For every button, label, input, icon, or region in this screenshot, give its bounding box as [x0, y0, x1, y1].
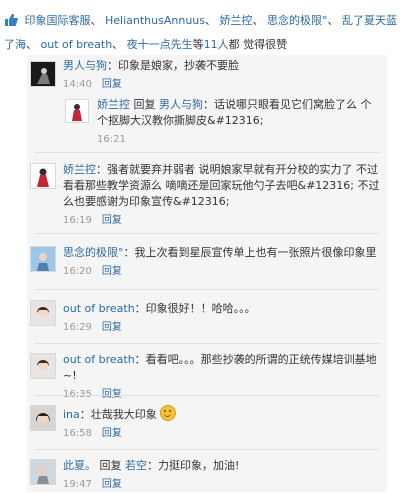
red-dress-avatar[interactable] [30, 163, 56, 189]
comment-text: ：强者就要弃并弱者 说明娘家早就有开分校的实力了 不过看看那些教学资源么 嘀嘀还… [63, 163, 380, 208]
comment-author-link[interactable]: 思念的极限° [63, 246, 124, 259]
comment-time: 19:47 [63, 479, 92, 490]
smile-emoji-icon [159, 405, 176, 421]
girl-portrait-avatar[interactable] [30, 300, 56, 326]
blue-portrait-avatar[interactable] [30, 246, 56, 272]
person-avatar[interactable] [30, 459, 56, 485]
like-user-link[interactable]: out of breath [41, 38, 113, 51]
comment-item: out of breath：看看吧。。。那些抄袭的所谓的正统传媒培训基地~! 1… [27, 347, 387, 400]
reply-button[interactable]: 回复 [102, 79, 122, 90]
reply-target-link[interactable]: 男人与狗 [159, 98, 203, 111]
comment-item: ina：壮哉我大印象 16:58 回复 [27, 399, 387, 449]
like-count-link[interactable]: 11人 [204, 38, 229, 51]
comment-author-link[interactable]: ina [63, 408, 80, 421]
comment-author-link[interactable]: out of breath [63, 353, 135, 366]
comment-time: 16:21 [97, 134, 126, 145]
comment-time: 14:40 [63, 79, 92, 90]
comment-time: 16:20 [63, 266, 92, 277]
comment-text: ：我上次看到星辰宣传单上也有一张照片很像印象里 [123, 246, 377, 259]
comment-item: 此夏。 回复 若空：力挺印象，加油! 19:47 回复 [27, 453, 387, 492]
nested-reply: 娇兰控 回复 男人与狗：话说哪只眼看见它们窝脸了么 个个抠脚大汉教你撕脚皮&#1… [63, 97, 379, 149]
reply-target-link[interactable]: 若空 [125, 459, 147, 472]
reply-button[interactable]: 回复 [102, 322, 122, 333]
comment-author-link[interactable]: out of breath [63, 302, 135, 315]
reply-button[interactable]: 回复 [102, 215, 122, 226]
comment-text: ：力挺印象，加油! [147, 459, 240, 472]
divider [35, 289, 379, 290]
comment-text: ：印象是娘家，抄袭不要脸 [107, 59, 239, 72]
reply-button[interactable]: 回复 [102, 479, 122, 490]
thumbs-up-icon [4, 13, 18, 34]
red-dress-avatar[interactable] [65, 99, 89, 123]
likes-line: 印象国际客服、 HelianthusAnnuus、 娇兰控、 思念的极限°、 乱… [4, 13, 397, 51]
girl-portrait-avatar[interactable] [30, 353, 56, 379]
comment-author-link[interactable]: 娇兰控 [63, 163, 96, 176]
reply-button[interactable]: 回复 [102, 266, 122, 277]
comment-author-link[interactable]: 此夏。 [63, 459, 96, 472]
comment-item: 男人与狗：印象是娘家，抄袭不要脸 14:40 回复 娇兰控 回复 男人与狗：话说哪… [27, 55, 387, 151]
divider [35, 449, 379, 450]
comment-text: ：印象很好！！哈哈。。。 [134, 302, 256, 315]
comment-time: 16:58 [63, 428, 92, 439]
comment-time: 16:19 [63, 215, 92, 226]
comment-text: ：壮哉我大印象 [79, 408, 157, 421]
like-user-link[interactable]: 印象国际客服 [25, 14, 91, 27]
comments-panel: 男人与狗：印象是娘家，抄袭不要脸 14:40 回复 娇兰控 回复 男人与狗：话说哪… [27, 55, 387, 492]
reply-button[interactable]: 回复 [102, 428, 122, 439]
comment-item: 娇兰控：强者就要弃并弱者 说明娘家早就有开分校的实力了 不过看看那些教学资源么 … [27, 155, 387, 229]
comment-time: 16:29 [63, 322, 92, 333]
dark-hair-avatar[interactable] [30, 405, 56, 431]
comment-author-link[interactable]: 男人与狗 [63, 59, 107, 72]
comment-author-link[interactable]: 娇兰控 [97, 98, 130, 111]
divider [35, 343, 379, 344]
comment-item: out of breath：印象很好！！哈哈。。。 16:29 回复 [27, 293, 387, 341]
like-user-link[interactable]: HelianthusAnnuus [105, 14, 205, 27]
like-user-link[interactable]: 思念的极限° [267, 14, 328, 27]
comment-item: 思念的极限°：我上次看到星辰宣传单上也有一张照片很像印象里 16:20 回复 [27, 237, 387, 285]
divider [35, 395, 379, 396]
divider [35, 152, 379, 153]
divider [35, 233, 379, 234]
dark-figure-avatar[interactable] [30, 61, 56, 87]
like-user-link[interactable]: 夜十一点先生 [127, 38, 193, 51]
like-user-link[interactable]: 娇兰控 [220, 14, 253, 27]
